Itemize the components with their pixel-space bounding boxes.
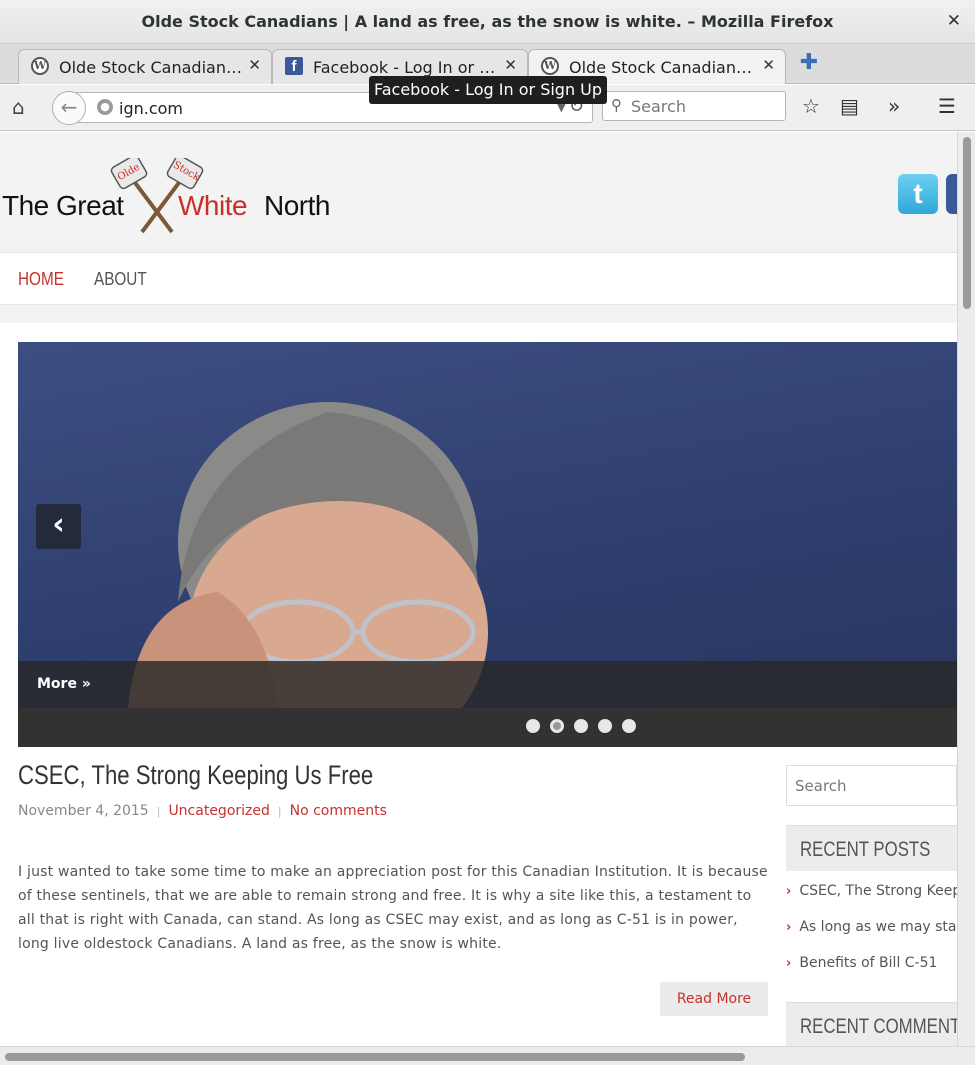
back-arrow-icon[interactable]: ← bbox=[52, 91, 86, 125]
horizontal-scrollbar[interactable] bbox=[0, 1046, 975, 1065]
main-navigation: HOME ABOUT bbox=[0, 253, 957, 305]
recent-comments-widget-title: RECENT COMMENTS bbox=[786, 1002, 957, 1046]
recent-posts-heading: RECENT POSTS bbox=[800, 838, 931, 861]
twitter-icon[interactable]: t bbox=[898, 174, 938, 214]
window-titlebar: Olde Stock Canadians | A land as free, a… bbox=[0, 0, 975, 44]
sidebar-search-input[interactable] bbox=[787, 766, 956, 805]
search-input[interactable] bbox=[631, 95, 781, 117]
post-title[interactable]: CSEC, The Strong Keeping Us Free bbox=[18, 760, 373, 791]
reading-list-icon[interactable]: ▤ bbox=[840, 94, 859, 118]
vertical-scroll-thumb[interactable] bbox=[963, 137, 971, 309]
web-page: Olde Stock The Great White North t HOME … bbox=[0, 132, 957, 1046]
search-bar[interactable]: ⚲ bbox=[602, 91, 786, 121]
recent-post-link[interactable]: As long as we may stand bbox=[799, 919, 957, 935]
bookmark-star-icon[interactable]: ☆ bbox=[802, 94, 820, 118]
post-category-link[interactable]: Uncategorized bbox=[168, 803, 269, 819]
read-more-button[interactable]: Read More bbox=[660, 982, 768, 1016]
recent-post-item[interactable]: › As long as we may stand bbox=[786, 919, 957, 941]
slider-prev-icon[interactable]: ‹ bbox=[36, 504, 81, 549]
recent-post-item[interactable]: › CSEC, The Strong Keeping Us Free bbox=[786, 883, 957, 905]
post-meta: November 4, 2015 | Uncategorized | No commen… bbox=[18, 803, 387, 819]
slider-dot-3[interactable] bbox=[574, 719, 588, 733]
recent-comments-heading: RECENT COMMENTS bbox=[800, 1015, 957, 1038]
window-title: Olde Stock Canadians | A land as free, a… bbox=[141, 12, 834, 31]
recent-post-item[interactable]: › Benefits of Bill C-51 bbox=[786, 955, 957, 977]
new-tab-icon[interactable]: ✚ bbox=[796, 50, 822, 76]
chevron-right-icon: › bbox=[786, 920, 792, 935]
slide-more-link[interactable]: More » bbox=[37, 676, 91, 692]
globe-icon: ● bbox=[97, 99, 113, 115]
logo-text-part2: White bbox=[178, 190, 248, 221]
horizontal-scroll-thumb[interactable] bbox=[5, 1053, 745, 1061]
tab-close-icon[interactable]: ✕ bbox=[248, 56, 261, 74]
tab-label: Facebook - Log In or … bbox=[313, 58, 496, 77]
tab-close-icon[interactable]: ✕ bbox=[762, 56, 775, 74]
logo-text-part1: The Great bbox=[2, 190, 124, 221]
wordpress-icon: W bbox=[31, 57, 49, 75]
tab-label: Olde Stock Canadian… bbox=[569, 58, 752, 77]
chevron-right-icon: › bbox=[786, 884, 792, 899]
meta-separator: | bbox=[156, 805, 161, 818]
facebook-social-icon[interactable] bbox=[946, 174, 957, 214]
menu-hamburger-icon[interactable]: ☰ bbox=[938, 94, 956, 118]
slider-dot-2[interactable] bbox=[550, 719, 564, 733]
recent-post-link[interactable]: CSEC, The Strong Keeping Us Free bbox=[799, 883, 957, 899]
post-comments-link[interactable]: No comments bbox=[290, 803, 387, 819]
chevron-right-icon: › bbox=[786, 956, 792, 971]
logo-text-part3: North bbox=[264, 190, 330, 221]
meta-separator: | bbox=[277, 805, 282, 818]
site-logo[interactable]: Olde Stock The Great White North bbox=[2, 158, 347, 238]
nav-item-about[interactable]: ABOUT bbox=[94, 269, 147, 290]
overflow-chevron-icon[interactable]: » bbox=[888, 94, 900, 118]
wordpress-icon: W bbox=[541, 57, 559, 75]
window-close-icon[interactable]: ✕ bbox=[947, 11, 961, 31]
tab-label: Olde Stock Canadian… bbox=[59, 58, 242, 77]
recent-post-link[interactable]: Benefits of Bill C-51 bbox=[799, 955, 937, 971]
sidebar-search[interactable] bbox=[786, 765, 957, 806]
url-text[interactable]: ign.com bbox=[119, 99, 183, 118]
vertical-scrollbar[interactable] bbox=[957, 132, 975, 1046]
post-excerpt: I just wanted to take some time to make … bbox=[18, 864, 768, 952]
slide-caption: More » bbox=[18, 661, 957, 708]
image-slider: ‹ More » bbox=[18, 342, 957, 747]
nav-item-home[interactable]: HOME bbox=[18, 269, 64, 290]
facebook-icon: f bbox=[285, 57, 303, 75]
home-icon[interactable]: ⌂ bbox=[12, 95, 25, 119]
recent-posts-widget-title: RECENT POSTS bbox=[786, 825, 957, 871]
tab-olde-stock-1[interactable]: W Olde Stock Canadian… ✕ bbox=[18, 49, 272, 84]
slider-dot-1[interactable] bbox=[526, 719, 540, 733]
slide-photo: ‹ More » bbox=[18, 342, 957, 708]
tab-tooltip: Facebook - Log In or Sign Up bbox=[369, 76, 608, 104]
nav-divider bbox=[0, 305, 957, 323]
slider-dot-5[interactable] bbox=[622, 719, 636, 733]
tab-close-icon[interactable]: ✕ bbox=[504, 56, 517, 74]
person-photo bbox=[128, 402, 488, 708]
slider-dot-4[interactable] bbox=[598, 719, 612, 733]
post-date: November 4, 2015 bbox=[18, 803, 149, 819]
site-header: Olde Stock The Great White North t bbox=[0, 132, 957, 253]
search-icon: ⚲ bbox=[611, 96, 622, 114]
